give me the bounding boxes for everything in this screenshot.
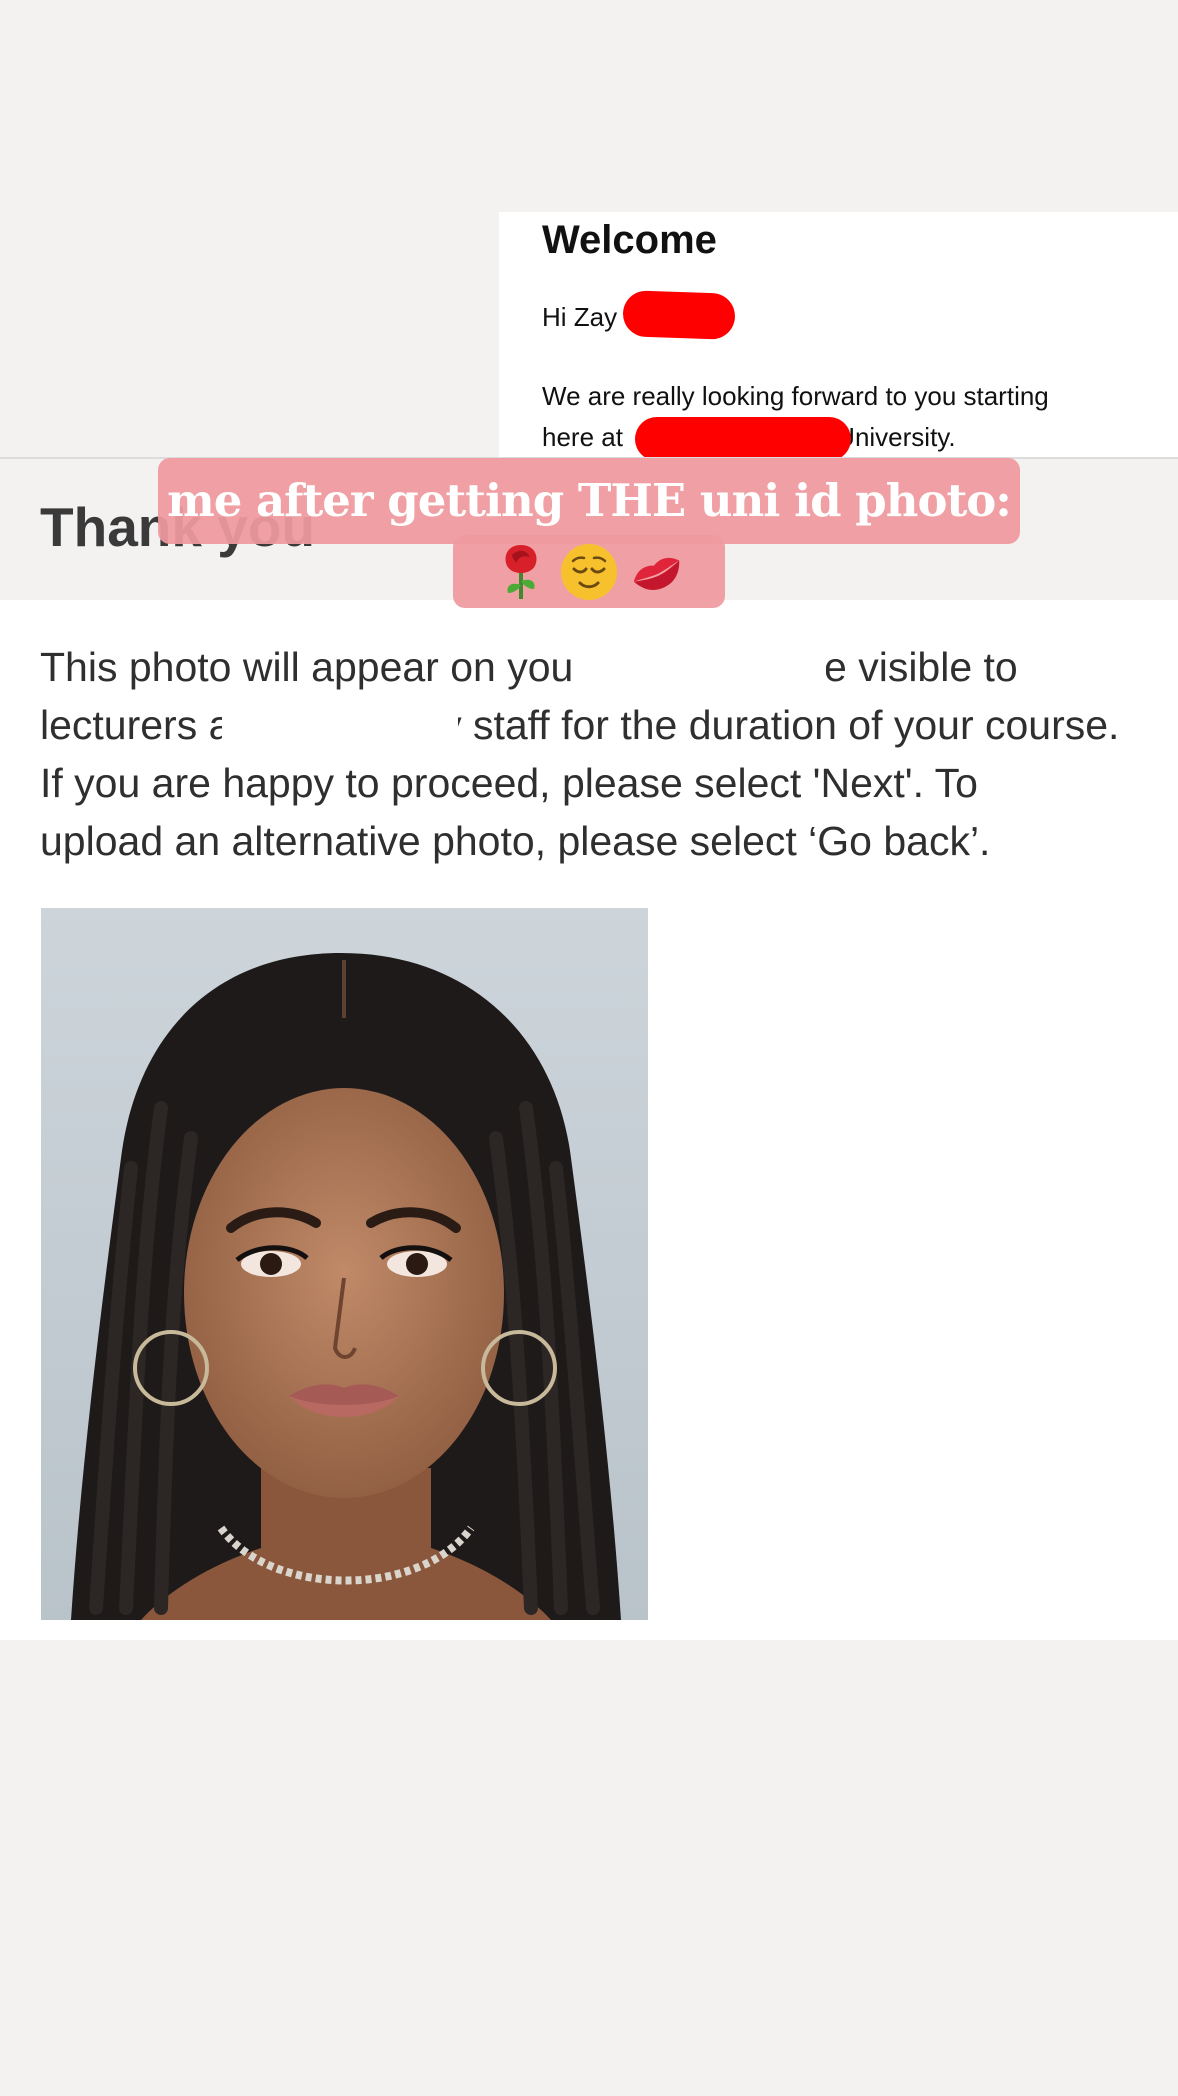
story-caption-emojis [453, 535, 725, 608]
welcome-title: Welcome [542, 218, 717, 262]
welcome-email-card: Welcome Hi Zay We are really looking for… [499, 212, 1178, 458]
caption-occlusion-2 [222, 700, 458, 756]
portrait-illustration [41, 908, 648, 1620]
welcome-greeting: Hi Zay [542, 302, 618, 332]
welcome-body-line-1: We are really looking forward to you sta… [542, 381, 1049, 411]
university-redaction-scribble [635, 417, 851, 458]
info-line-3: If you are happy to proceed, please sele… [40, 760, 978, 806]
id-photo-preview [41, 908, 648, 1620]
info-line-1: This photo will appear on your profile a… [40, 644, 1018, 690]
relieved-face-icon [558, 541, 620, 603]
welcome-body-line-2-start: here at [542, 422, 631, 452]
photo-confirmation-panel: This photo will appear on your profile a… [0, 600, 1178, 1640]
welcome-body-line-2-end: University. [836, 422, 956, 452]
name-redaction-scribble [622, 290, 736, 340]
kiss-mark-icon [626, 541, 688, 603]
info-line-2: lecturers and university staff for the d… [40, 702, 1120, 748]
caption-occlusion-1 [572, 644, 826, 700]
rose-icon [490, 541, 552, 603]
info-line-4: upload an alternative photo, please sele… [40, 818, 991, 864]
story-caption-text: me after getting THE uni id photo: [158, 458, 1020, 544]
